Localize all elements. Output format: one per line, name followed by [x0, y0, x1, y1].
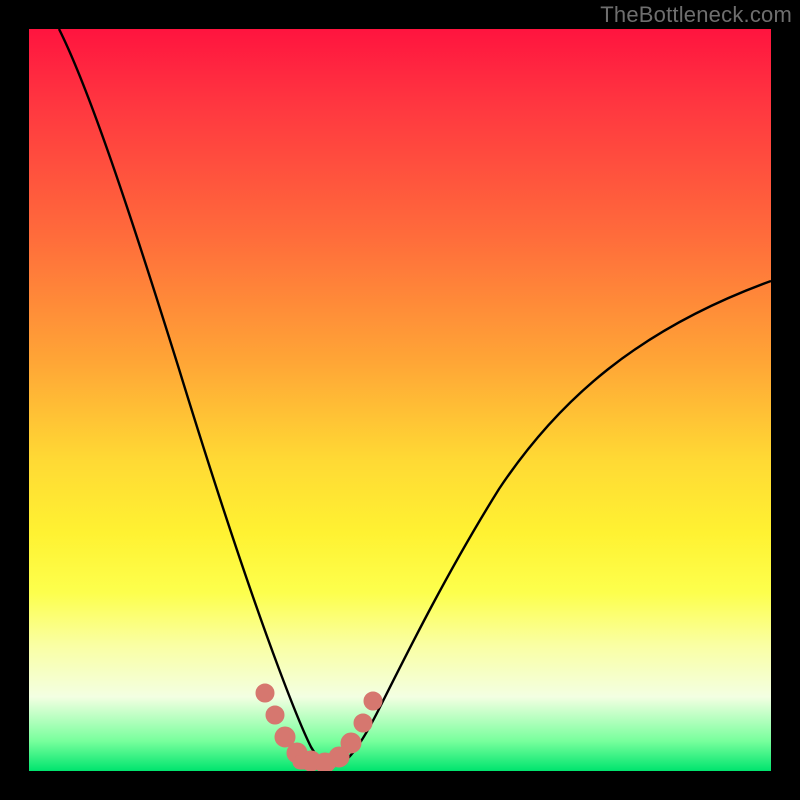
- optimum-markers: [256, 684, 382, 771]
- chart-frame: TheBottleneck.com: [0, 0, 800, 800]
- watermark-text: TheBottleneck.com: [600, 2, 792, 28]
- bottleneck-curve: [59, 29, 771, 766]
- plot-area: [29, 29, 771, 771]
- curve-svg: [29, 29, 771, 771]
